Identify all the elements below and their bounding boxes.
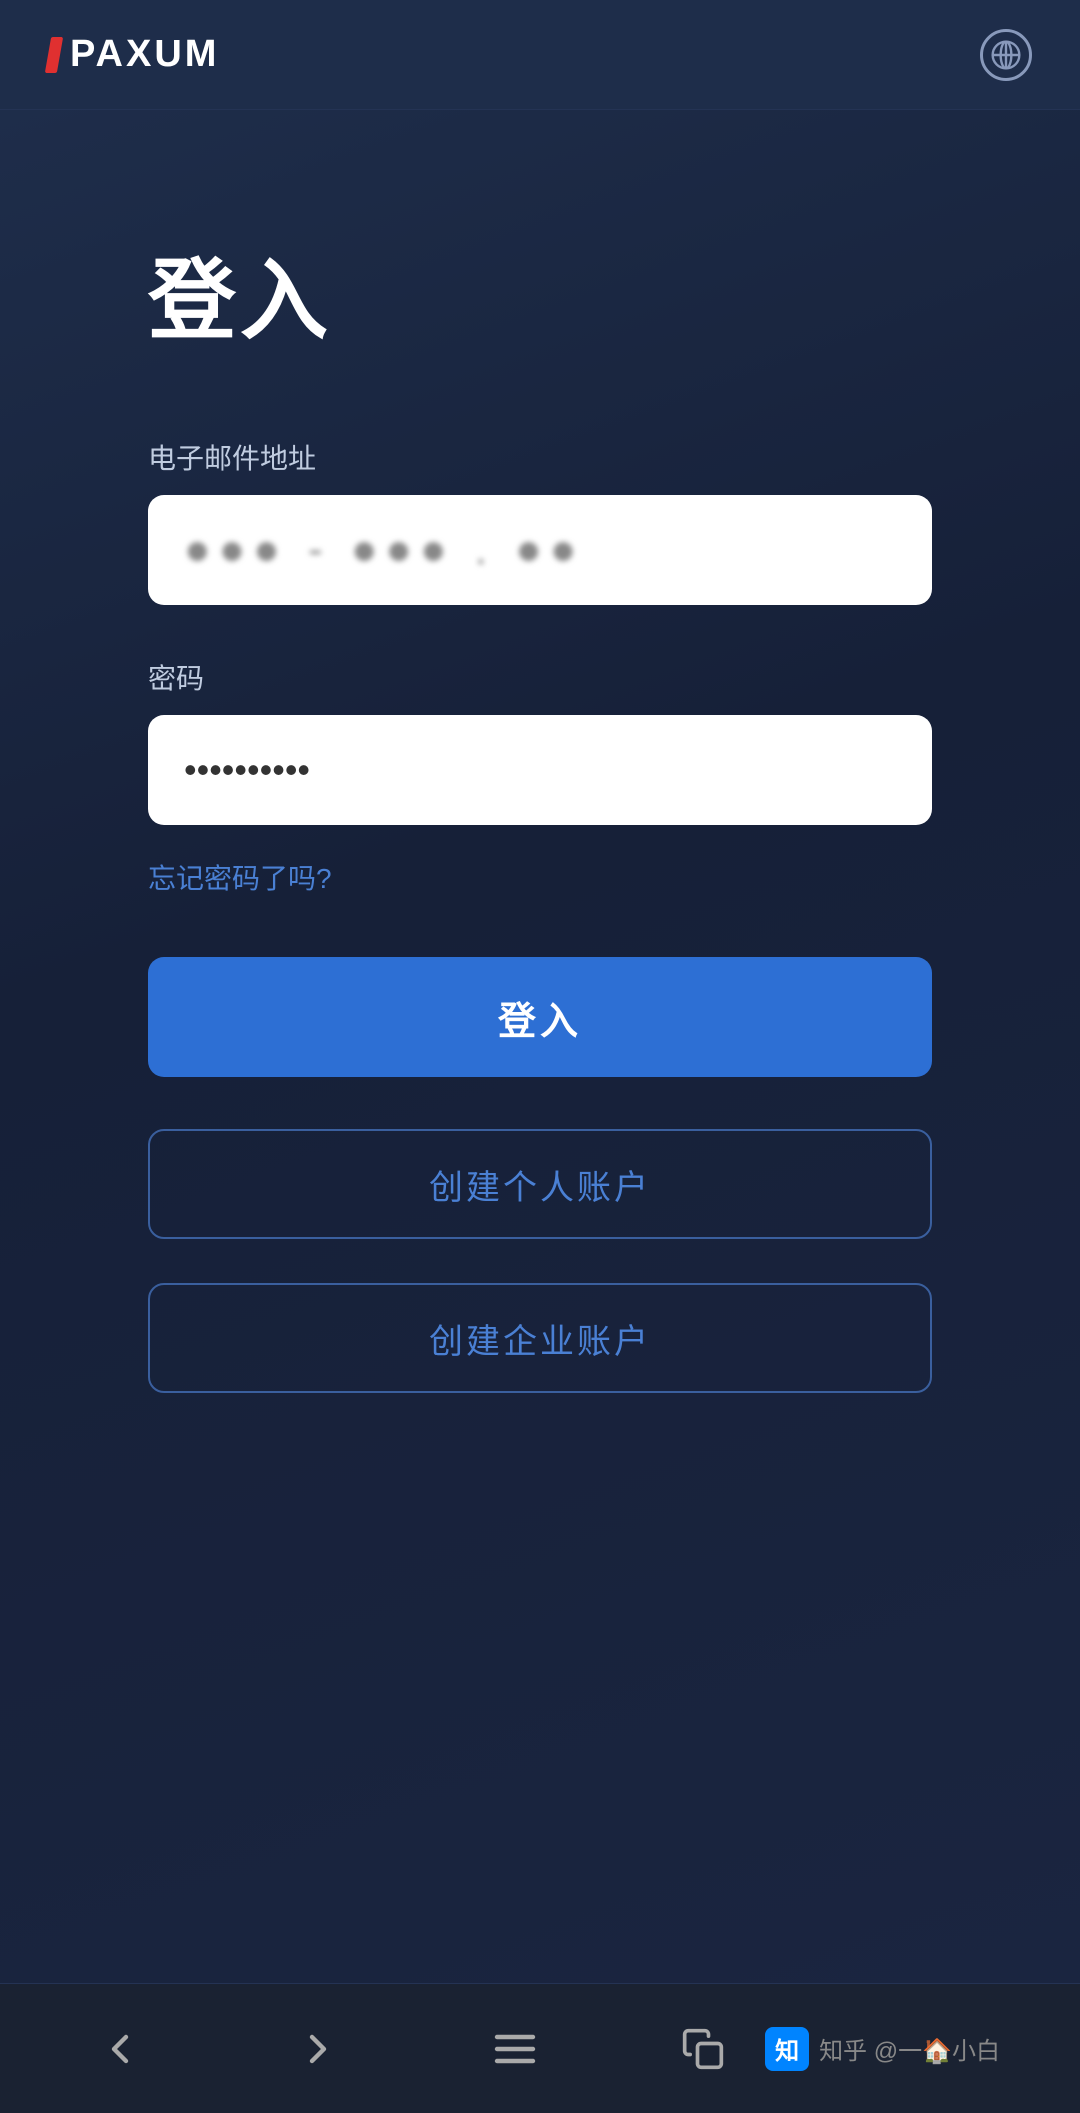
page-title: 登入 bbox=[148, 230, 332, 357]
password-field-group: 密码 bbox=[148, 657, 932, 825]
watermark: 知 知乎 @一🏠小白 bbox=[765, 2027, 1000, 2071]
language-selector-button[interactable] bbox=[980, 29, 1032, 81]
email-label: 电子邮件地址 bbox=[148, 437, 932, 477]
forward-button[interactable] bbox=[278, 2009, 358, 2089]
menu-button[interactable] bbox=[475, 2009, 555, 2089]
logo-text: PAXUM bbox=[70, 33, 219, 76]
copy-button[interactable] bbox=[673, 2019, 733, 2079]
login-button[interactable]: 登入 bbox=[148, 957, 932, 1077]
watermark-text: 知乎 @一🏠小白 bbox=[819, 2031, 1000, 2066]
email-blurred-value: ●●● - ●●● . ●● bbox=[184, 525, 584, 575]
forgot-password-link[interactable]: 忘记密码了吗? bbox=[148, 857, 932, 897]
email-field-group: 电子邮件地址 ●●● - ●●● . ●● bbox=[148, 437, 932, 605]
back-button[interactable] bbox=[80, 2009, 160, 2089]
navbar: PAXUM bbox=[0, 0, 1080, 110]
password-label: 密码 bbox=[148, 657, 932, 697]
logo-accent-icon bbox=[45, 37, 63, 73]
main-content: 登入 电子邮件地址 ●●● - ●●● . ●● 密码 忘记密码了吗? 登入 创… bbox=[0, 110, 1080, 1983]
login-form: 电子邮件地址 ●●● - ●●● . ●● 密码 忘记密码了吗? 登入 创建个人… bbox=[148, 437, 932, 1437]
bottom-nav-right: 知 知乎 @一🏠小白 bbox=[673, 2019, 1000, 2079]
create-business-account-button[interactable]: 创建企业账户 bbox=[148, 1283, 932, 1393]
logo: PAXUM bbox=[48, 33, 219, 76]
email-input-display[interactable]: ●●● - ●●● . ●● bbox=[148, 495, 932, 605]
zhihu-icon: 知 bbox=[765, 2027, 809, 2071]
password-input[interactable] bbox=[148, 715, 932, 825]
bottom-navigation: 知 知乎 @一🏠小白 bbox=[0, 1983, 1080, 2113]
create-personal-account-button[interactable]: 创建个人账户 bbox=[148, 1129, 932, 1239]
